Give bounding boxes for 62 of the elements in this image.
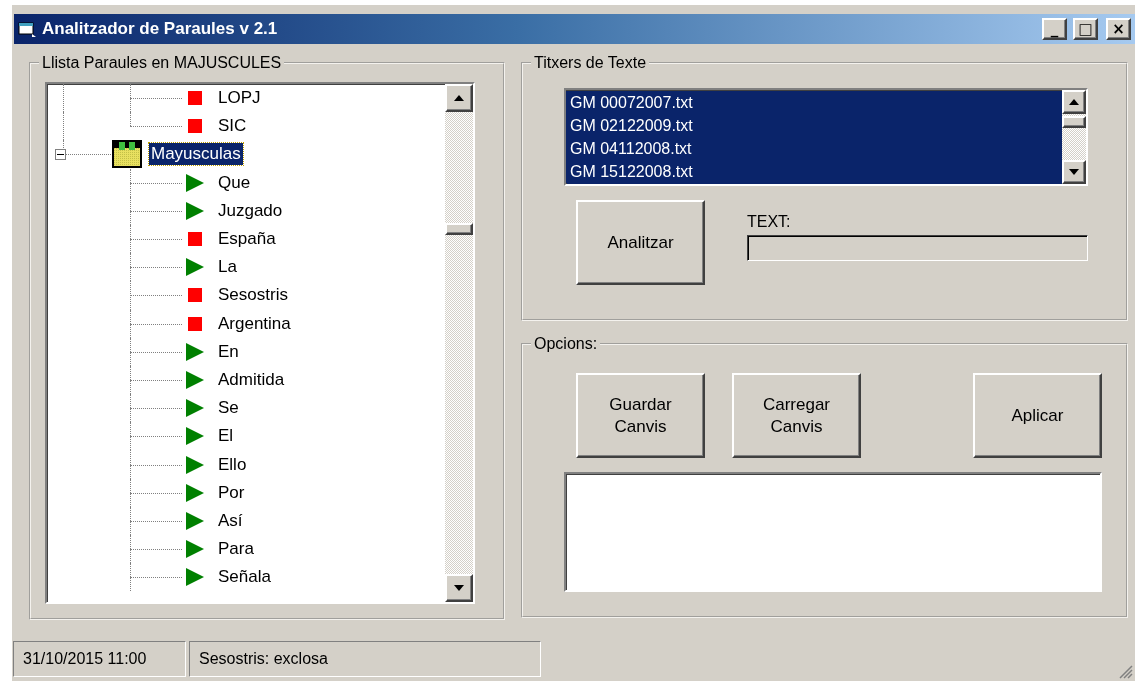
save-button[interactable]: Guardar Canvis xyxy=(576,373,705,458)
tree-item[interactable]: Sesostris xyxy=(216,284,290,307)
scrollbar[interactable] xyxy=(445,84,473,602)
tree-item[interactable]: Así xyxy=(216,509,245,532)
tree-item[interactable]: Señala xyxy=(216,566,273,589)
triangle-icon xyxy=(186,568,204,587)
folder-icon xyxy=(112,140,142,169)
app-icon xyxy=(18,21,36,37)
scrollbar-thumb[interactable] xyxy=(1062,116,1086,128)
tree-item[interactable]: Juzgado xyxy=(216,199,285,222)
triangle-icon xyxy=(186,540,204,559)
triangle-icon xyxy=(186,483,204,502)
tree-item[interactable]: En xyxy=(216,340,241,363)
tree-item[interactable]: Para xyxy=(216,538,256,561)
triangle-icon xyxy=(186,455,204,474)
up-arrow-icon xyxy=(1069,99,1079,105)
tree-item[interactable]: Por xyxy=(216,481,247,504)
triangle-icon xyxy=(186,427,204,446)
collapse-icon[interactable] xyxy=(55,148,66,160)
triangle-icon xyxy=(186,173,204,192)
group-title: Opcions: xyxy=(533,335,599,353)
progress-label: TEXT: xyxy=(747,213,792,231)
tree-item[interactable]: Admitida xyxy=(216,368,287,391)
triangle-icon xyxy=(186,511,204,530)
square-icon xyxy=(188,232,202,247)
scrollbar-thumb[interactable] xyxy=(445,223,473,235)
triangle-icon xyxy=(186,342,204,361)
load-button[interactable]: Carregar Canvis xyxy=(732,373,861,458)
close-button[interactable]: × xyxy=(1106,18,1131,40)
tree-item[interactable]: Ello xyxy=(216,453,249,476)
apply-button[interactable]: Aplicar xyxy=(973,373,1102,458)
tree-item[interactable]: El xyxy=(216,425,236,448)
square-icon xyxy=(188,91,202,106)
tree-item[interactable]: Se xyxy=(216,397,241,420)
down-arrow-icon xyxy=(1069,169,1079,175)
status-panel: 31/10/2015 11:00 xyxy=(13,641,186,677)
triangle-icon xyxy=(186,258,204,277)
scrollbar[interactable] xyxy=(1062,90,1086,184)
text-area[interactable] xyxy=(564,472,1102,592)
tree-item[interactable]: La xyxy=(216,256,239,279)
down-arrow-icon xyxy=(454,585,464,591)
group-title: Llista Paraules en MAJUSCULES xyxy=(41,54,283,72)
maximize-button[interactable]: □ xyxy=(1073,18,1098,40)
tree-item[interactable]: Mayusculas xyxy=(149,143,243,166)
square-icon xyxy=(188,316,202,331)
square-icon xyxy=(188,119,202,134)
tree-item[interactable]: España xyxy=(216,228,278,251)
triangle-icon xyxy=(186,370,204,389)
resize-grip-icon[interactable] xyxy=(1119,665,1133,679)
tree-item[interactable]: SIC xyxy=(216,115,249,138)
tree-item[interactable]: Que xyxy=(216,171,253,194)
triangle-icon xyxy=(186,201,204,220)
triangle-icon xyxy=(186,399,204,418)
up-arrow-icon xyxy=(454,95,464,101)
square-icon xyxy=(188,288,202,303)
window-title: Analitzador de Paraules v 2.1 xyxy=(42,19,279,39)
minimize-button[interactable]: _ xyxy=(1042,18,1067,40)
analyze-button[interactable]: Analitzar xyxy=(576,200,705,285)
tree-item[interactable]: Argentina xyxy=(216,312,293,335)
group-title: Titxers de Texte xyxy=(533,54,648,72)
tree-item[interactable]: LOPJ xyxy=(216,87,263,110)
status-panel: Sesostris: exclosa xyxy=(189,641,541,677)
